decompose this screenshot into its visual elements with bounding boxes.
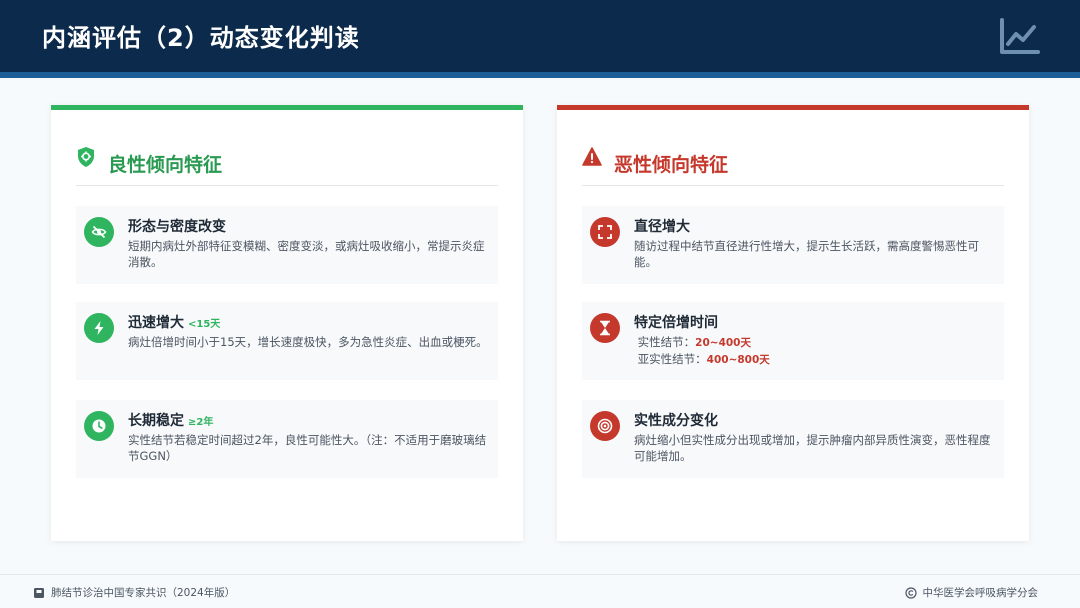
malignant-item-solid-component: 实性成分变化 病灶缩小但实性成分出现或增加，提示肿瘤内部异质性演变，恶性程度可能… xyxy=(582,400,1004,478)
item-title: 迅速增大 <15天 xyxy=(128,315,221,331)
benign-item-rapid-growth: 迅速增大 <15天 病灶倍增时间小于15天，增长速度极快，多为急性炎症、出血或梗死… xyxy=(76,302,498,380)
malignant-item-doubling-time: 特定倍增时间 实性结节：20~400天 亚实性结节：400~800天 xyxy=(582,302,1004,380)
benign-item-morphology: 形态与密度改变 短期内病灶外部特征变模糊、密度变淡，或病灶吸收缩小，常提示炎症消… xyxy=(76,206,498,284)
item-title: 特定倍增时间 xyxy=(634,315,718,331)
hourglass-icon xyxy=(590,313,620,343)
footer-copyright: 中华医学会呼吸病学分会 xyxy=(904,585,1039,600)
benign-card-header: 良性倾向特征 xyxy=(76,144,498,186)
footer-source-text: 肺结节诊治中国专家共识（2024年版） xyxy=(51,587,236,599)
malignant-card-header: 恶性倾向特征 xyxy=(582,144,1004,186)
item-description: 实性结节：20~400天 亚实性结节：400~800天 xyxy=(634,334,996,368)
benign-card: 良性倾向特征 形态与密度改变 短期内病灶外部特征变模糊、密度变淡，或病灶吸收缩小… xyxy=(51,105,523,541)
benign-item-long-stable: 长期稳定 ≥2年 实性结节若稳定时间超过2年，良性可能性大。（注：不适用于磨玻璃结… xyxy=(76,400,498,478)
footer-source: 肺结节诊治中国专家共识（2024年版） xyxy=(33,585,235,600)
slide-footer: 肺结节诊治中国专家共识（2024年版） 中华医学会呼吸病学分会 xyxy=(0,574,1080,608)
item-description: 实性结节若稳定时间超过2年，良性可能性大。（注：不适用于磨玻璃结节GGN） xyxy=(128,433,487,463)
expand-icon xyxy=(590,217,620,247)
benign-title: 良性倾向特征 xyxy=(108,154,223,176)
clock-icon xyxy=(84,411,114,441)
slide-header: 内涵评估（2）动态变化判读 xyxy=(0,0,1080,78)
item-title: 直径增大 xyxy=(634,219,690,235)
item-tag: ≥2年 xyxy=(188,417,214,428)
book-icon xyxy=(34,587,44,598)
doubling-line-solid: 实性结节：20~400天 xyxy=(637,335,751,349)
malignant-title: 恶性倾向特征 xyxy=(614,154,729,176)
item-title: 长期稳定 ≥2年 xyxy=(128,413,214,429)
doubling-value: 20~400天 xyxy=(695,337,751,349)
page-title: 内涵评估（2）动态变化判读 xyxy=(42,24,360,52)
doubling-line-subsolid: 亚实性结节：400~800天 xyxy=(637,352,770,366)
doubling-value: 400~800天 xyxy=(706,354,770,366)
item-description: 病灶倍增时间小于15天，增长速度极快，多为急性炎症、出血或梗死。 xyxy=(128,335,488,349)
line-chart-icon xyxy=(1000,18,1040,54)
item-description: 病灶缩小但实性成分出现或增加，提示肿瘤内部异质性演变，恶性程度可能增加。 xyxy=(634,433,991,463)
item-description: 随访过程中结节直径进行性增大，提示生长活跃，需高度警惕恶性可能。 xyxy=(634,239,979,269)
eye-off-icon xyxy=(84,217,114,247)
copyright-icon xyxy=(904,586,917,599)
malignant-item-diameter: 直径增大 随访过程中结节直径进行性增大，提示生长活跃，需高度警惕恶性可能。 xyxy=(582,206,1004,284)
item-title: 实性成分变化 xyxy=(634,413,718,429)
malignant-card: 恶性倾向特征 直径增大 随访过程中结节直径进行性增大，提示生长活跃，需高度警惕恶… xyxy=(557,105,1029,541)
footer-copyright-text: 中华医学会呼吸病学分会 xyxy=(922,587,1039,599)
item-description: 短期内病灶外部特征变模糊、密度变淡，或病灶吸收缩小，常提示炎症消散。 xyxy=(128,239,485,269)
lightning-icon xyxy=(84,313,114,343)
target-icon xyxy=(590,411,620,441)
item-title: 形态与密度改变 xyxy=(128,219,226,235)
item-tag: <15天 xyxy=(188,319,221,330)
shield-icon xyxy=(78,147,94,167)
warning-icon xyxy=(582,147,602,166)
